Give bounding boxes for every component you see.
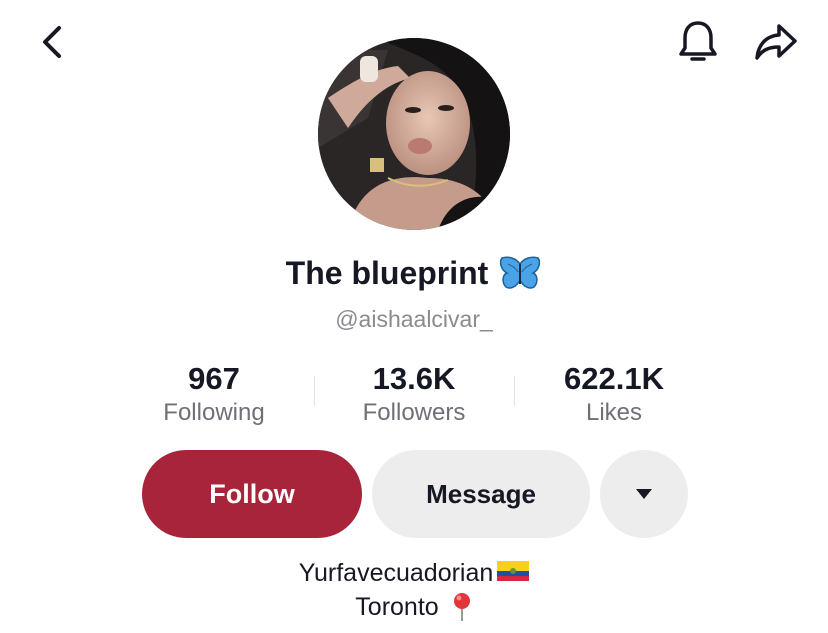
share-arrow-icon (755, 24, 797, 60)
stat-likes-value: 622.1K (564, 361, 664, 396)
stat-likes-label: Likes (585, 399, 643, 426)
bell-icon (679, 21, 717, 61)
triangle-down-icon (636, 489, 652, 499)
stat-following-value: 967 (188, 361, 240, 396)
stat-followers-value: 13.6K (372, 361, 456, 396)
pin-icon (453, 593, 470, 621)
bio-line-1: Yurfavecuadorian (0, 556, 828, 590)
stat-followers[interactable]: 13.6K Followers (314, 360, 514, 430)
bio: Yurfavecuadorian Toronto (0, 556, 828, 624)
bio-line-2: Toronto (0, 590, 828, 624)
avatar-photo (318, 38, 510, 230)
stats-divider (314, 376, 315, 406)
stat-following-label: Following (163, 399, 265, 426)
butterfly-icon (500, 256, 541, 289)
profile-screen: The blueprint @aishaalcivar_ 967 Followi… (0, 0, 828, 633)
more-options-button[interactable] (600, 450, 688, 538)
back-button[interactable] (24, 14, 80, 70)
ecuador-flag-icon (497, 561, 530, 581)
bio-text-1: Yurfavecuadorian (298, 559, 494, 587)
username: @aishaalcivar_ (335, 306, 493, 332)
display-name-row: The blueprint (0, 255, 828, 292)
stat-followers-label: Followers (362, 399, 466, 426)
stat-following[interactable]: 967 Following (114, 360, 314, 430)
chevron-left-icon (43, 26, 61, 58)
avatar[interactable] (318, 38, 510, 230)
stats-row: 967 Following 13.6K Followers 622.1K Lik… (114, 360, 714, 430)
follow-button[interactable]: Follow (142, 450, 362, 538)
bio-text-2: Toronto (355, 593, 439, 621)
share-button[interactable] (748, 14, 804, 70)
display-name: The blueprint (285, 255, 489, 291)
notification-bell-button[interactable] (670, 14, 726, 70)
message-button[interactable]: Message (372, 450, 590, 538)
profile-actions: Follow Message (142, 450, 688, 538)
stats-divider (514, 376, 515, 406)
stat-likes[interactable]: 622.1K Likes (514, 360, 714, 430)
